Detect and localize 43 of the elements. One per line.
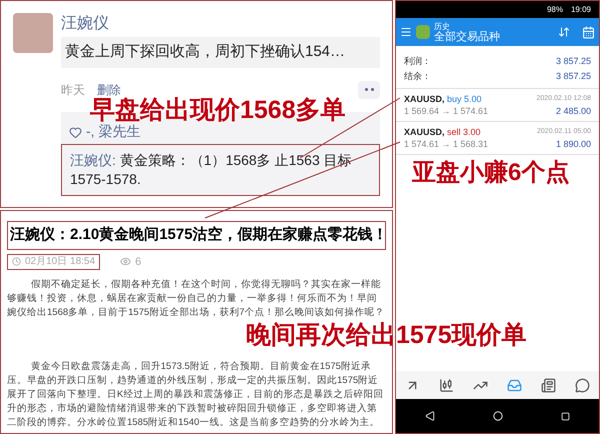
home-icon[interactable] <box>493 411 503 421</box>
like-names[interactable]: -, 梁先生 <box>86 120 140 142</box>
post-time: 昨天 <box>61 82 85 98</box>
news-icon[interactable] <box>540 378 556 392</box>
annotation-text: 早盘给出现价1568多单 <box>90 98 346 123</box>
chat-icon[interactable] <box>574 378 590 392</box>
article-paragraph: 假期不确定延长，假期各种充值！在这个时间，你觉得无聊吗？其实在家一样能够赚钱！投资，休息，蜗居在家贡献一份自己的力量，一举多得！何乐而不为！早间婉仪给出1568多单，目前于1575附近全部出场，获利7个点！那么晚间该如何操作呢？ <box>7 278 386 320</box>
battery-level: 98% <box>546 4 563 16</box>
author-name[interactable]: 汪婉仪 <box>61 13 380 35</box>
clock-icon <box>12 257 21 266</box>
recents-icon[interactable] <box>561 412 570 420</box>
trade-prices: 1 569.64 → 1 574.61 <box>404 105 488 117</box>
header-subtitle: 历史 <box>434 21 450 31</box>
trade-profit: 1 890.00 <box>556 138 591 150</box>
trade-title: XAUUSD, buy 5.00 <box>404 93 483 105</box>
back-icon[interactable] <box>425 411 435 421</box>
heart-icon <box>69 126 82 138</box>
summary-label: 结余： <box>404 70 431 83</box>
trade-prices: 1 574.61 → 1 568.31 <box>404 138 488 150</box>
more-button[interactable] <box>358 80 380 98</box>
header-title: 全部交易品种 <box>434 32 500 43</box>
article-paragraph: 黄金今日欧盘震荡走高，回升1573.5附近，符合预期。目前黄金在1575附近承压。早盘的开跌口压制，趋势通道的外线压制，形成一定的共振压制。因此1575附近展开了回落向下整理。日K经过上周的暴跌和震荡修正，目前的形态是暴跌之后碎阳回升的形态，市场的避险情绪消退带来的下跌暂时被碎阳回升锁修正，多空即将进入第二阶段的博弈。分水岭位置1585附近和1540一线。这是当前多空趋势的分水岭为主。 <box>7 360 384 430</box>
menu-icon[interactable] <box>400 26 412 38</box>
date-label: 02月10日 18:54 <box>7 254 100 270</box>
article-title: 汪婉仪：2.10黄金晚间1575沽空，假期在家赚点零花钱！ <box>7 221 386 250</box>
comment-text: 汪婉仪: 黄金策略：（1）1568多 止1563 目标1575-1578. <box>70 150 353 188</box>
trade-profit: 2 485.00 <box>556 105 591 117</box>
history-icon[interactable] <box>506 378 522 392</box>
calendar-icon[interactable] <box>582 26 595 38</box>
summary-value: 3 857.25 <box>556 54 591 68</box>
sort-icon[interactable] <box>558 26 570 38</box>
view-count: 6 <box>135 254 142 270</box>
summary-label: 利润： <box>404 54 431 68</box>
app-logo-icon <box>416 25 430 39</box>
post-text: 黄金上周下探回收高，周初下挫确认154… <box>61 37 380 68</box>
trade-title: XAUUSD, sell 3.00 <box>404 126 482 138</box>
summary-value: 3 857.25 <box>556 70 591 83</box>
clock-time: 19:09 <box>570 4 591 16</box>
delete-link[interactable]: 删除 <box>97 80 121 98</box>
avatar-placeholder <box>13 13 53 53</box>
annotation-text: 亚盘小赚6个点 <box>412 158 570 188</box>
eye-icon <box>120 256 132 268</box>
chart-icon[interactable] <box>439 378 454 392</box>
